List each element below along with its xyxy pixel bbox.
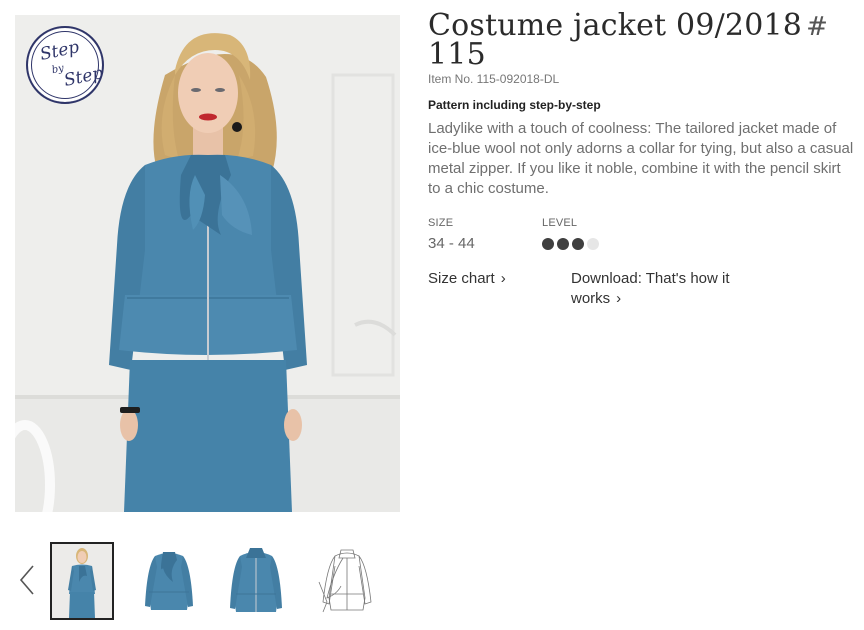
download-info-label: Download: That's how it works — [571, 270, 730, 307]
level-dot — [572, 238, 584, 250]
badge-line-3: Step — [62, 63, 105, 91]
level-dot — [587, 238, 599, 250]
product-title: Costume jacket 09/2018 # 115 — [428, 11, 856, 72]
step-by-step-badge: Step by Step — [26, 26, 105, 104]
level-indicator — [542, 238, 599, 250]
thumbnail-jacket-open[interactable] — [224, 542, 288, 620]
thumbnail-technical-drawing[interactable] — [313, 542, 377, 620]
main-product-image[interactable]: Step by Step — [15, 15, 400, 512]
download-info-link[interactable]: Download: That's how it works › — [571, 269, 761, 309]
product-description: Ladylike with a touch of coolness: The t… — [428, 120, 854, 197]
chevron-right-icon: › — [500, 270, 506, 287]
thumbnail-carousel — [15, 540, 400, 622]
badge-line-1: Step — [38, 37, 81, 65]
product-hash: # — [806, 12, 829, 42]
product-specs: SIZE LEVEL 34 - 44 — [428, 217, 856, 257]
product-details: Costume jacket 09/2018 # 115 Item No. 115… — [428, 11, 856, 313]
carousel-prev-button[interactable] — [15, 560, 41, 600]
thumbnail-jacket-bow[interactable] — [137, 542, 201, 620]
level-dot — [557, 238, 569, 250]
product-number: 115 — [428, 37, 486, 72]
level-dot — [542, 238, 554, 250]
thumbnail-model-photo[interactable] — [50, 542, 114, 620]
level-label: LEVEL — [542, 217, 578, 229]
item-number: Item No. 115-092018-DL — [428, 72, 560, 86]
pattern-label: Pattern including step-by-step — [428, 98, 601, 112]
size-label: SIZE — [428, 217, 454, 229]
size-chart-label: Size chart — [428, 270, 495, 287]
size-value: 34 - 44 — [428, 235, 475, 252]
chevron-left-icon — [19, 565, 34, 595]
product-links: Size chart › Download: That's how it work… — [428, 269, 856, 313]
size-chart-link[interactable]: Size chart › — [428, 269, 506, 289]
chevron-right-icon: › — [616, 290, 622, 307]
